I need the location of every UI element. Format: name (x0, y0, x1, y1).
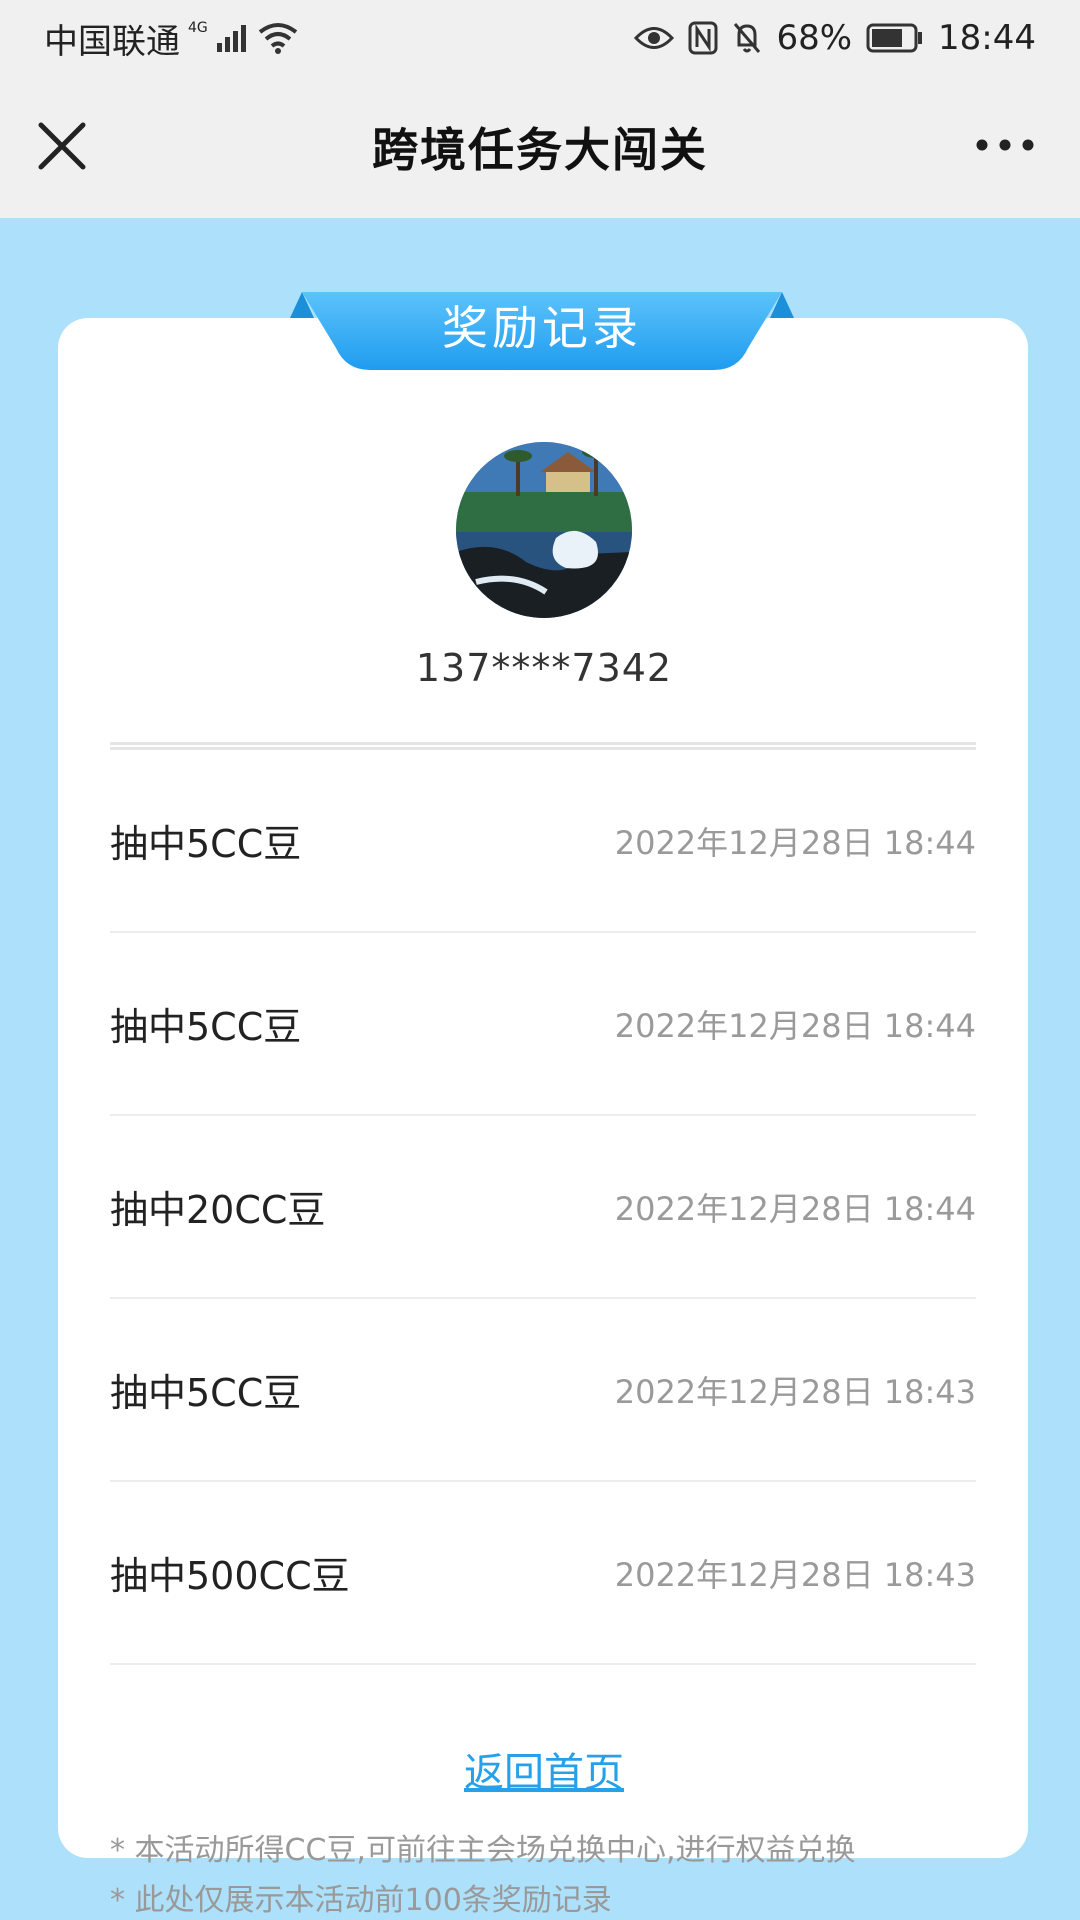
record-time: 2022年12月28日 18:44 (614, 1189, 976, 1228)
footnote: * 此处仅展示本活动前100条奖励记录 (110, 1883, 612, 1918)
record-name: 抽中5CC豆 (110, 1371, 302, 1415)
status-bar: 中国联通 4G 68% 18:44 (0, 0, 1080, 76)
list-item: 抽中500CC豆 2022年12月28日 18:43 (110, 1482, 976, 1665)
record-time: 2022年12月28日 18:43 (614, 1372, 976, 1411)
network-type: 4G (188, 20, 208, 36)
back-home-link[interactable]: 返回首页 (400, 1740, 688, 1798)
close-icon[interactable] (36, 120, 88, 172)
wifi-icon (258, 23, 297, 54)
record-name: 抽中500CC豆 (110, 1554, 350, 1598)
carrier-label: 中国联通 (44, 21, 180, 62)
list-item: 抽中5CC豆 2022年12月28日 18:44 (110, 750, 976, 933)
record-name: 抽中5CC豆 (110, 822, 302, 866)
reward-records: 抽中5CC豆 2022年12月28日 18:44 抽中5CC豆 2022年12月… (110, 750, 976, 1665)
record-time: 2022年12月28日 18:44 (614, 1006, 976, 1045)
divider (110, 742, 976, 750)
clock: 18:44 (938, 18, 1036, 58)
record-time: 2022年12月28日 18:43 (614, 1555, 976, 1594)
nfc-icon (688, 21, 718, 55)
more-icon[interactable] (974, 130, 1036, 160)
record-name: 抽中20CC豆 (110, 1188, 326, 1232)
page-title: 跨境任务大闯关 (372, 123, 708, 177)
list-item: 抽中5CC豆 2022年12月28日 18:43 (110, 1299, 976, 1482)
bell-off-icon (734, 23, 761, 53)
avatar (456, 442, 632, 618)
ribbon-title: 奖励记录 (442, 301, 642, 355)
eye-icon (634, 27, 675, 49)
list-item: 抽中5CC豆 2022年12月28日 18:44 (110, 933, 976, 1116)
list-item: 抽中20CC豆 2022年12月28日 18:44 (110, 1116, 976, 1299)
battery-percent: 68% (776, 18, 853, 58)
signal-icon (216, 25, 246, 52)
footnote: * 本活动所得CC豆,可前往主会场兑换中心,进行权益兑换 (110, 1833, 856, 1868)
footnotes: * 本活动所得CC豆,可前往主会场兑换中心,进行权益兑换 * 此处仅展示本活动前… (110, 1826, 1050, 1920)
nav-bar: 跨境任务大闯关 (0, 76, 1080, 218)
record-time: 2022年12月28日 18:44 (614, 823, 976, 862)
battery-icon (866, 23, 923, 53)
user-phone: 137****7342 (415, 646, 673, 690)
record-name: 抽中5CC豆 (110, 1005, 302, 1049)
